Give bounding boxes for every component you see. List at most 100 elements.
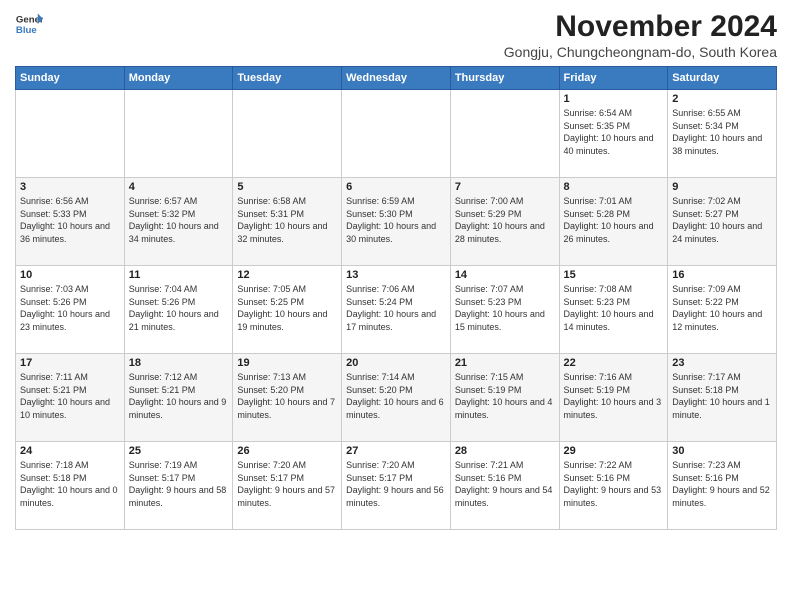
calendar-cell: 19 Sunrise: 7:13 AM Sunset: 5:20 PM Dayli… — [233, 354, 342, 442]
day-number: 11 — [129, 269, 229, 281]
calendar-cell: 11 Sunrise: 7:04 AM Sunset: 5:26 PM Dayli… — [124, 266, 233, 354]
calendar-cell — [124, 90, 233, 178]
day-number: 3 — [20, 181, 120, 193]
header: General Blue November 2024 Gongju, Chung… — [15, 10, 777, 60]
weekday-header-saturday: Saturday — [668, 67, 777, 90]
day-info: Sunrise: 7:05 AM Sunset: 5:25 PM Dayligh… — [237, 283, 337, 333]
day-info: Sunrise: 6:55 AM Sunset: 5:34 PM Dayligh… — [672, 107, 772, 157]
svg-text:Blue: Blue — [16, 25, 37, 36]
day-info: Sunrise: 7:18 AM Sunset: 5:18 PM Dayligh… — [20, 459, 120, 509]
month-title: November 2024 — [504, 10, 777, 44]
day-info: Sunrise: 6:54 AM Sunset: 5:35 PM Dayligh… — [564, 107, 664, 157]
day-number: 21 — [455, 357, 555, 369]
day-number: 2 — [672, 93, 772, 105]
calendar-cell: 16 Sunrise: 7:09 AM Sunset: 5:22 PM Dayli… — [668, 266, 777, 354]
calendar-week-2: 3 Sunrise: 6:56 AM Sunset: 5:33 PM Daylig… — [16, 178, 777, 266]
day-info: Sunrise: 7:11 AM Sunset: 5:21 PM Dayligh… — [20, 371, 120, 421]
day-number: 27 — [346, 445, 446, 457]
day-info: Sunrise: 7:04 AM Sunset: 5:26 PM Dayligh… — [129, 283, 229, 333]
weekday-header-thursday: Thursday — [450, 67, 559, 90]
calendar-cell: 22 Sunrise: 7:16 AM Sunset: 5:19 PM Dayli… — [559, 354, 668, 442]
calendar-cell: 27Sunrise: 7:20 AM Sunset: 5:17 PM Dayli… — [342, 442, 451, 530]
calendar-cell: 9 Sunrise: 7:02 AM Sunset: 5:27 PM Daylig… — [668, 178, 777, 266]
day-info: Sunrise: 7:07 AM Sunset: 5:23 PM Dayligh… — [455, 283, 555, 333]
day-info: Sunrise: 6:57 AM Sunset: 5:32 PM Dayligh… — [129, 195, 229, 245]
day-number: 18 — [129, 357, 229, 369]
calendar-week-5: 24Sunrise: 7:18 AM Sunset: 5:18 PM Dayli… — [16, 442, 777, 530]
day-info: Sunrise: 7:22 AM Sunset: 5:16 PM Dayligh… — [564, 459, 664, 509]
day-info: Sunrise: 7:14 AM Sunset: 5:20 PM Dayligh… — [346, 371, 446, 421]
calendar-cell: 13 Sunrise: 7:06 AM Sunset: 5:24 PM Dayli… — [342, 266, 451, 354]
day-number: 30 — [672, 445, 772, 457]
calendar-cell: 30 Sunrise: 7:23 AM Sunset: 5:16 PM Dayli… — [668, 442, 777, 530]
weekday-header-row: SundayMondayTuesdayWednesdayThursdayFrid… — [16, 67, 777, 90]
day-info: Sunrise: 7:08 AM Sunset: 5:23 PM Dayligh… — [564, 283, 664, 333]
calendar-cell: 21 Sunrise: 7:15 AM Sunset: 5:19 PM Dayli… — [450, 354, 559, 442]
calendar-cell — [16, 90, 125, 178]
weekday-header-sunday: Sunday — [16, 67, 125, 90]
weekday-header-wednesday: Wednesday — [342, 67, 451, 90]
day-info: Sunrise: 7:19 AM Sunset: 5:17 PM Dayligh… — [129, 459, 229, 509]
day-number: 23 — [672, 357, 772, 369]
day-info: Sunrise: 7:23 AM Sunset: 5:16 PM Dayligh… — [672, 459, 772, 509]
day-info: Sunrise: 7:16 AM Sunset: 5:19 PM Dayligh… — [564, 371, 664, 421]
calendar-week-4: 17 Sunrise: 7:11 AM Sunset: 5:21 PM Dayli… — [16, 354, 777, 442]
day-number: 16 — [672, 269, 772, 281]
calendar-cell: 20 Sunrise: 7:14 AM Sunset: 5:20 PM Dayli… — [342, 354, 451, 442]
calendar-cell: 17 Sunrise: 7:11 AM Sunset: 5:21 PM Dayli… — [16, 354, 125, 442]
calendar-cell: 2 Sunrise: 6:55 AM Sunset: 5:34 PM Daylig… — [668, 90, 777, 178]
day-number: 9 — [672, 181, 772, 193]
calendar-cell: 25 Sunrise: 7:19 AM Sunset: 5:17 PM Dayli… — [124, 442, 233, 530]
day-info: Sunrise: 7:03 AM Sunset: 5:26 PM Dayligh… — [20, 283, 120, 333]
calendar-cell: 28Sunrise: 7:21 AM Sunset: 5:16 PM Dayli… — [450, 442, 559, 530]
calendar-cell: 26Sunrise: 7:20 AM Sunset: 5:17 PM Dayli… — [233, 442, 342, 530]
day-number: 22 — [564, 357, 664, 369]
day-number: 8 — [564, 181, 664, 193]
day-info: Sunrise: 7:17 AM Sunset: 5:18 PM Dayligh… — [672, 371, 772, 421]
logo: General Blue — [15, 10, 43, 38]
day-info: Sunrise: 7:15 AM Sunset: 5:19 PM Dayligh… — [455, 371, 555, 421]
calendar-week-1: 1 Sunrise: 6:54 AM Sunset: 5:35 PM Daylig… — [16, 90, 777, 178]
calendar-cell: 5 Sunrise: 6:58 AM Sunset: 5:31 PM Daylig… — [233, 178, 342, 266]
day-number: 13 — [346, 269, 446, 281]
day-info: Sunrise: 7:01 AM Sunset: 5:28 PM Dayligh… — [564, 195, 664, 245]
day-info: Sunrise: 7:06 AM Sunset: 5:24 PM Dayligh… — [346, 283, 446, 333]
day-info: Sunrise: 7:12 AM Sunset: 5:21 PM Dayligh… — [129, 371, 229, 421]
day-number: 5 — [237, 181, 337, 193]
day-number: 6 — [346, 181, 446, 193]
day-number: 7 — [455, 181, 555, 193]
day-number: 20 — [346, 357, 446, 369]
location-title: Gongju, Chungcheongnam-do, South Korea — [504, 44, 777, 60]
calendar-cell: 7 Sunrise: 7:00 AM Sunset: 5:29 PM Daylig… — [450, 178, 559, 266]
day-info: Sunrise: 6:56 AM Sunset: 5:33 PM Dayligh… — [20, 195, 120, 245]
day-info: Sunrise: 6:58 AM Sunset: 5:31 PM Dayligh… — [237, 195, 337, 245]
calendar-table: SundayMondayTuesdayWednesdayThursdayFrid… — [15, 66, 777, 530]
calendar-cell: 15 Sunrise: 7:08 AM Sunset: 5:23 PM Dayli… — [559, 266, 668, 354]
day-info: Sunrise: 7:00 AM Sunset: 5:29 PM Dayligh… — [455, 195, 555, 245]
day-info: Sunrise: 7:13 AM Sunset: 5:20 PM Dayligh… — [237, 371, 337, 421]
day-number: 25 — [129, 445, 229, 457]
calendar-cell: 12 Sunrise: 7:05 AM Sunset: 5:25 PM Dayli… — [233, 266, 342, 354]
weekday-header-tuesday: Tuesday — [233, 67, 342, 90]
calendar-cell: 18 Sunrise: 7:12 AM Sunset: 5:21 PM Dayli… — [124, 354, 233, 442]
calendar-cell: 8 Sunrise: 7:01 AM Sunset: 5:28 PM Daylig… — [559, 178, 668, 266]
day-number: 26 — [237, 445, 337, 457]
day-info: Sunrise: 6:59 AM Sunset: 5:30 PM Dayligh… — [346, 195, 446, 245]
calendar-cell: 3 Sunrise: 6:56 AM Sunset: 5:33 PM Daylig… — [16, 178, 125, 266]
calendar-cell: 14 Sunrise: 7:07 AM Sunset: 5:23 PM Dayli… — [450, 266, 559, 354]
day-number: 12 — [237, 269, 337, 281]
day-number: 19 — [237, 357, 337, 369]
day-number: 17 — [20, 357, 120, 369]
day-number: 14 — [455, 269, 555, 281]
logo-icon: General Blue — [15, 10, 43, 38]
day-info: Sunrise: 7:09 AM Sunset: 5:22 PM Dayligh… — [672, 283, 772, 333]
calendar-cell — [450, 90, 559, 178]
calendar-cell: 6 Sunrise: 6:59 AM Sunset: 5:30 PM Daylig… — [342, 178, 451, 266]
calendar-cell — [342, 90, 451, 178]
day-info: Sunrise: 7:02 AM Sunset: 5:27 PM Dayligh… — [672, 195, 772, 245]
weekday-header-friday: Friday — [559, 67, 668, 90]
day-number: 15 — [564, 269, 664, 281]
day-number: 1 — [564, 93, 664, 105]
day-number: 28 — [455, 445, 555, 457]
calendar-week-3: 10Sunrise: 7:03 AM Sunset: 5:26 PM Dayli… — [16, 266, 777, 354]
